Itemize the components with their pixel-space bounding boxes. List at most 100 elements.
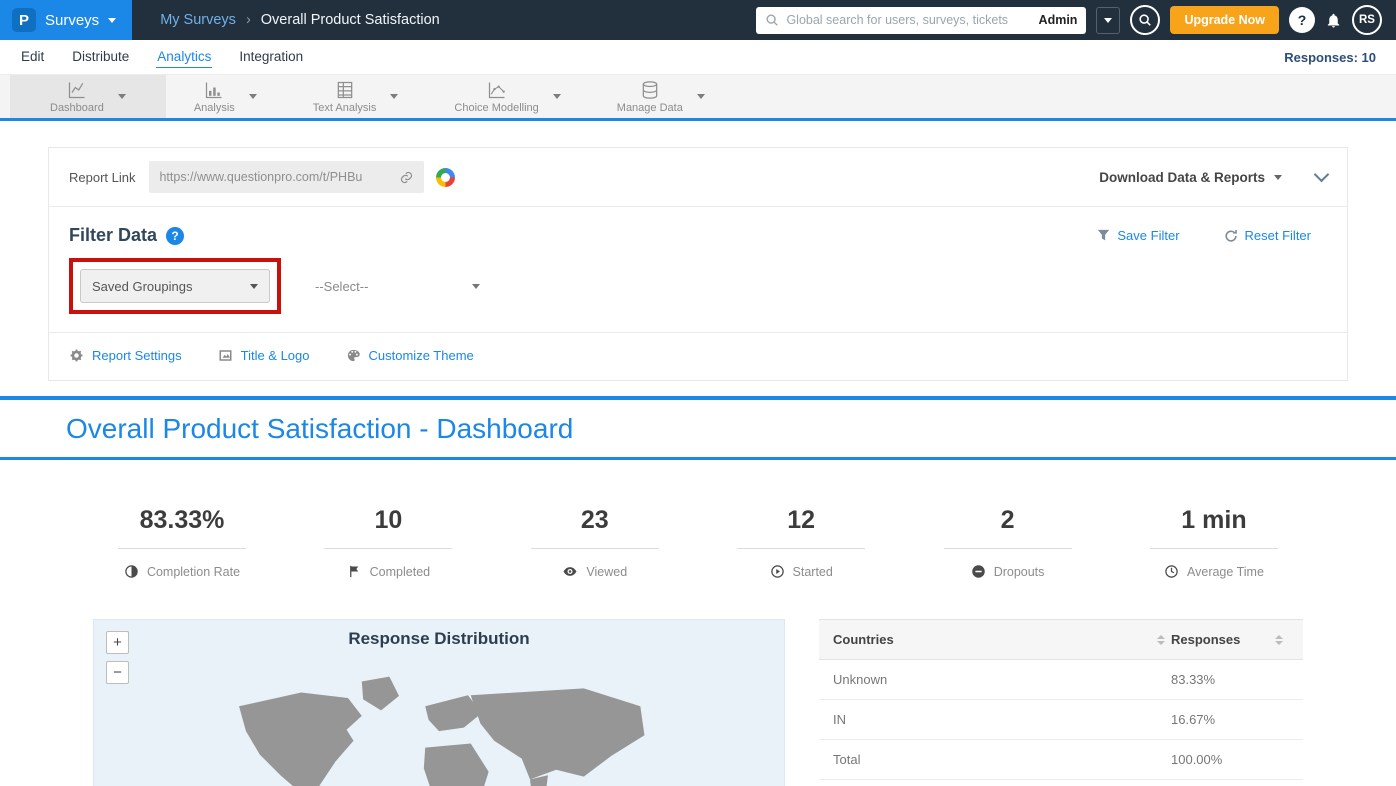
stat-divider <box>531 548 659 549</box>
database-icon <box>639 80 661 100</box>
report-link-url[interactable]: https://www.questionpro.com/t/PHBu <box>159 170 391 184</box>
customize-theme-link[interactable]: Customize Theme <box>346 348 474 363</box>
response-distribution-map: Response Distribution + − <box>93 619 785 786</box>
toolbar-analysis[interactable]: Analysis <box>166 75 285 118</box>
reset-filter-button[interactable]: Reset Filter <box>1224 228 1311 243</box>
reset-filter-label: Reset Filter <box>1245 228 1311 243</box>
chevron-down-icon[interactable] <box>390 94 398 99</box>
stat-caption: Average Time <box>1164 564 1264 579</box>
tab-distribute[interactable]: Distribute <box>71 46 130 68</box>
stat-divider <box>118 548 246 549</box>
image-icon <box>218 348 233 363</box>
countries-column-header[interactable]: Countries <box>833 632 1171 647</box>
map-title: Response Distribution <box>94 620 784 649</box>
surveys-product-menu[interactable]: P Surveys <box>0 0 132 40</box>
annotation-highlight: Saved Groupings <box>69 258 281 314</box>
chevron-down-icon <box>1274 175 1282 180</box>
filter-data-title: Filter Data ? <box>69 225 184 246</box>
save-filter-label: Save Filter <box>1117 228 1179 243</box>
search-button[interactable] <box>1130 5 1160 35</box>
search-icon <box>1138 13 1152 27</box>
responses-column-header[interactable]: Responses <box>1171 632 1289 647</box>
stat-started: 12 Started <box>737 506 865 579</box>
topbar-actions: Admin Upgrade Now ? RS <box>756 5 1396 35</box>
breadcrumb-my-surveys[interactable]: My Surveys <box>160 12 236 28</box>
global-search-input[interactable] <box>786 13 1031 27</box>
zoom-in-button[interactable]: + <box>106 631 129 654</box>
stat-average-time: 1 min Average Time <box>1150 506 1278 579</box>
download-data-reports-menu[interactable]: Download Data & Reports <box>1099 170 1282 185</box>
google-analytics-icon[interactable] <box>436 168 455 187</box>
link-icon[interactable] <box>399 170 414 185</box>
saved-groupings-select[interactable]: Saved Groupings <box>80 269 270 303</box>
upgrade-now-button[interactable]: Upgrade Now <box>1170 6 1279 34</box>
scatter-chart-icon <box>486 80 508 100</box>
page-title: Overall Product Satisfaction - Dashboard <box>66 413 1330 445</box>
table-row: Unknown 83.33% <box>819 660 1303 700</box>
toolbar-text-analysis-label: Text Analysis <box>313 102 377 114</box>
chevron-down-icon <box>250 284 258 289</box>
stat-caption: Started <box>770 564 833 579</box>
user-avatar[interactable]: RS <box>1352 5 1382 35</box>
search-scope-label: Admin <box>1039 13 1078 27</box>
table-header-row: Countries Responses <box>819 619 1303 660</box>
collapse-panel-chevron-icon[interactable] <box>1314 166 1330 182</box>
tab-analytics[interactable]: Analytics <box>156 46 212 68</box>
report-settings-link[interactable]: Report Settings <box>69 348 182 363</box>
grouping-value-select[interactable]: --Select-- <box>315 279 480 294</box>
stat-caption: Dropouts <box>971 564 1045 579</box>
country-cell: Unknown <box>833 672 1171 687</box>
toolbar-manage-data[interactable]: Manage Data <box>589 75 733 118</box>
breadcrumb-current-survey: Overall Product Satisfaction <box>261 12 440 28</box>
responses-header-label: Responses <box>1171 632 1240 647</box>
global-search[interactable]: Admin <box>756 7 1086 34</box>
chevron-down-icon[interactable] <box>697 94 705 99</box>
save-filter-button[interactable]: Save Filter <box>1097 228 1179 243</box>
search-icon <box>765 13 779 27</box>
chevron-down-icon[interactable] <box>553 94 561 99</box>
stat-caption: Completed <box>347 564 430 579</box>
country-cell: Total <box>833 752 1171 767</box>
toolbar-text-analysis[interactable]: Text Analysis <box>285 75 427 118</box>
refresh-icon <box>1224 229 1238 243</box>
report-link-field[interactable]: https://www.questionpro.com/t/PHBu <box>149 161 424 193</box>
customize-theme-label: Customize Theme <box>369 348 474 363</box>
play-circle-icon <box>770 564 785 579</box>
responses-count[interactable]: Responses: 10 <box>1284 50 1376 65</box>
breadcrumb-separator: › <box>246 12 251 28</box>
tab-integration[interactable]: Integration <box>238 46 304 68</box>
notifications-button[interactable] <box>1325 12 1342 29</box>
report-link-row: Report Link https://www.questionpro.com/… <box>49 148 1347 207</box>
chevron-down-icon[interactable] <box>118 94 126 99</box>
questionpro-logo: P <box>12 8 36 32</box>
dashboard-title-band: Overall Product Satisfaction - Dashboard <box>0 400 1396 457</box>
survey-stats-row: 83.33% Completion Rate 10 Completed 23 V… <box>48 460 1348 613</box>
tab-edit[interactable]: Edit <box>20 46 45 68</box>
report-row-actions: Download Data & Reports <box>1099 170 1327 185</box>
help-button[interactable]: ? <box>1289 7 1315 33</box>
search-scope-dropdown[interactable] <box>1096 7 1120 34</box>
filter-help-icon[interactable]: ? <box>166 227 184 245</box>
toolbar-dashboard[interactable]: Dashboard <box>10 75 166 118</box>
top-bar: P Surveys My Surveys › Overall Product S… <box>0 0 1396 40</box>
sort-icon[interactable] <box>1275 635 1283 645</box>
survey-tabs: Edit Distribute Analytics Integration <box>20 46 304 68</box>
line-chart-icon <box>66 80 88 100</box>
report-settings-label: Report Settings <box>92 348 182 363</box>
title-logo-link[interactable]: Title & Logo <box>218 348 310 363</box>
stat-label: Viewed <box>586 565 627 579</box>
sort-icon[interactable] <box>1157 635 1165 645</box>
gear-icon <box>69 348 84 363</box>
responses-cell: 83.33% <box>1171 672 1289 687</box>
chevron-down-icon <box>1104 18 1112 23</box>
world-map[interactable] <box>94 658 784 786</box>
table-icon <box>334 80 356 100</box>
stat-value: 83.33% <box>140 506 225 535</box>
chevron-down-icon <box>108 18 116 23</box>
saved-groupings-value: Saved Groupings <box>92 279 192 294</box>
chevron-down-icon[interactable] <box>249 94 257 99</box>
analytics-toolbar: Dashboard Analysis Text Analysis Choice … <box>0 75 1396 121</box>
stat-label: Average Time <box>1187 565 1264 579</box>
filter-data-title-text: Filter Data <box>69 225 157 246</box>
toolbar-choice-modelling[interactable]: Choice Modelling <box>426 75 588 118</box>
